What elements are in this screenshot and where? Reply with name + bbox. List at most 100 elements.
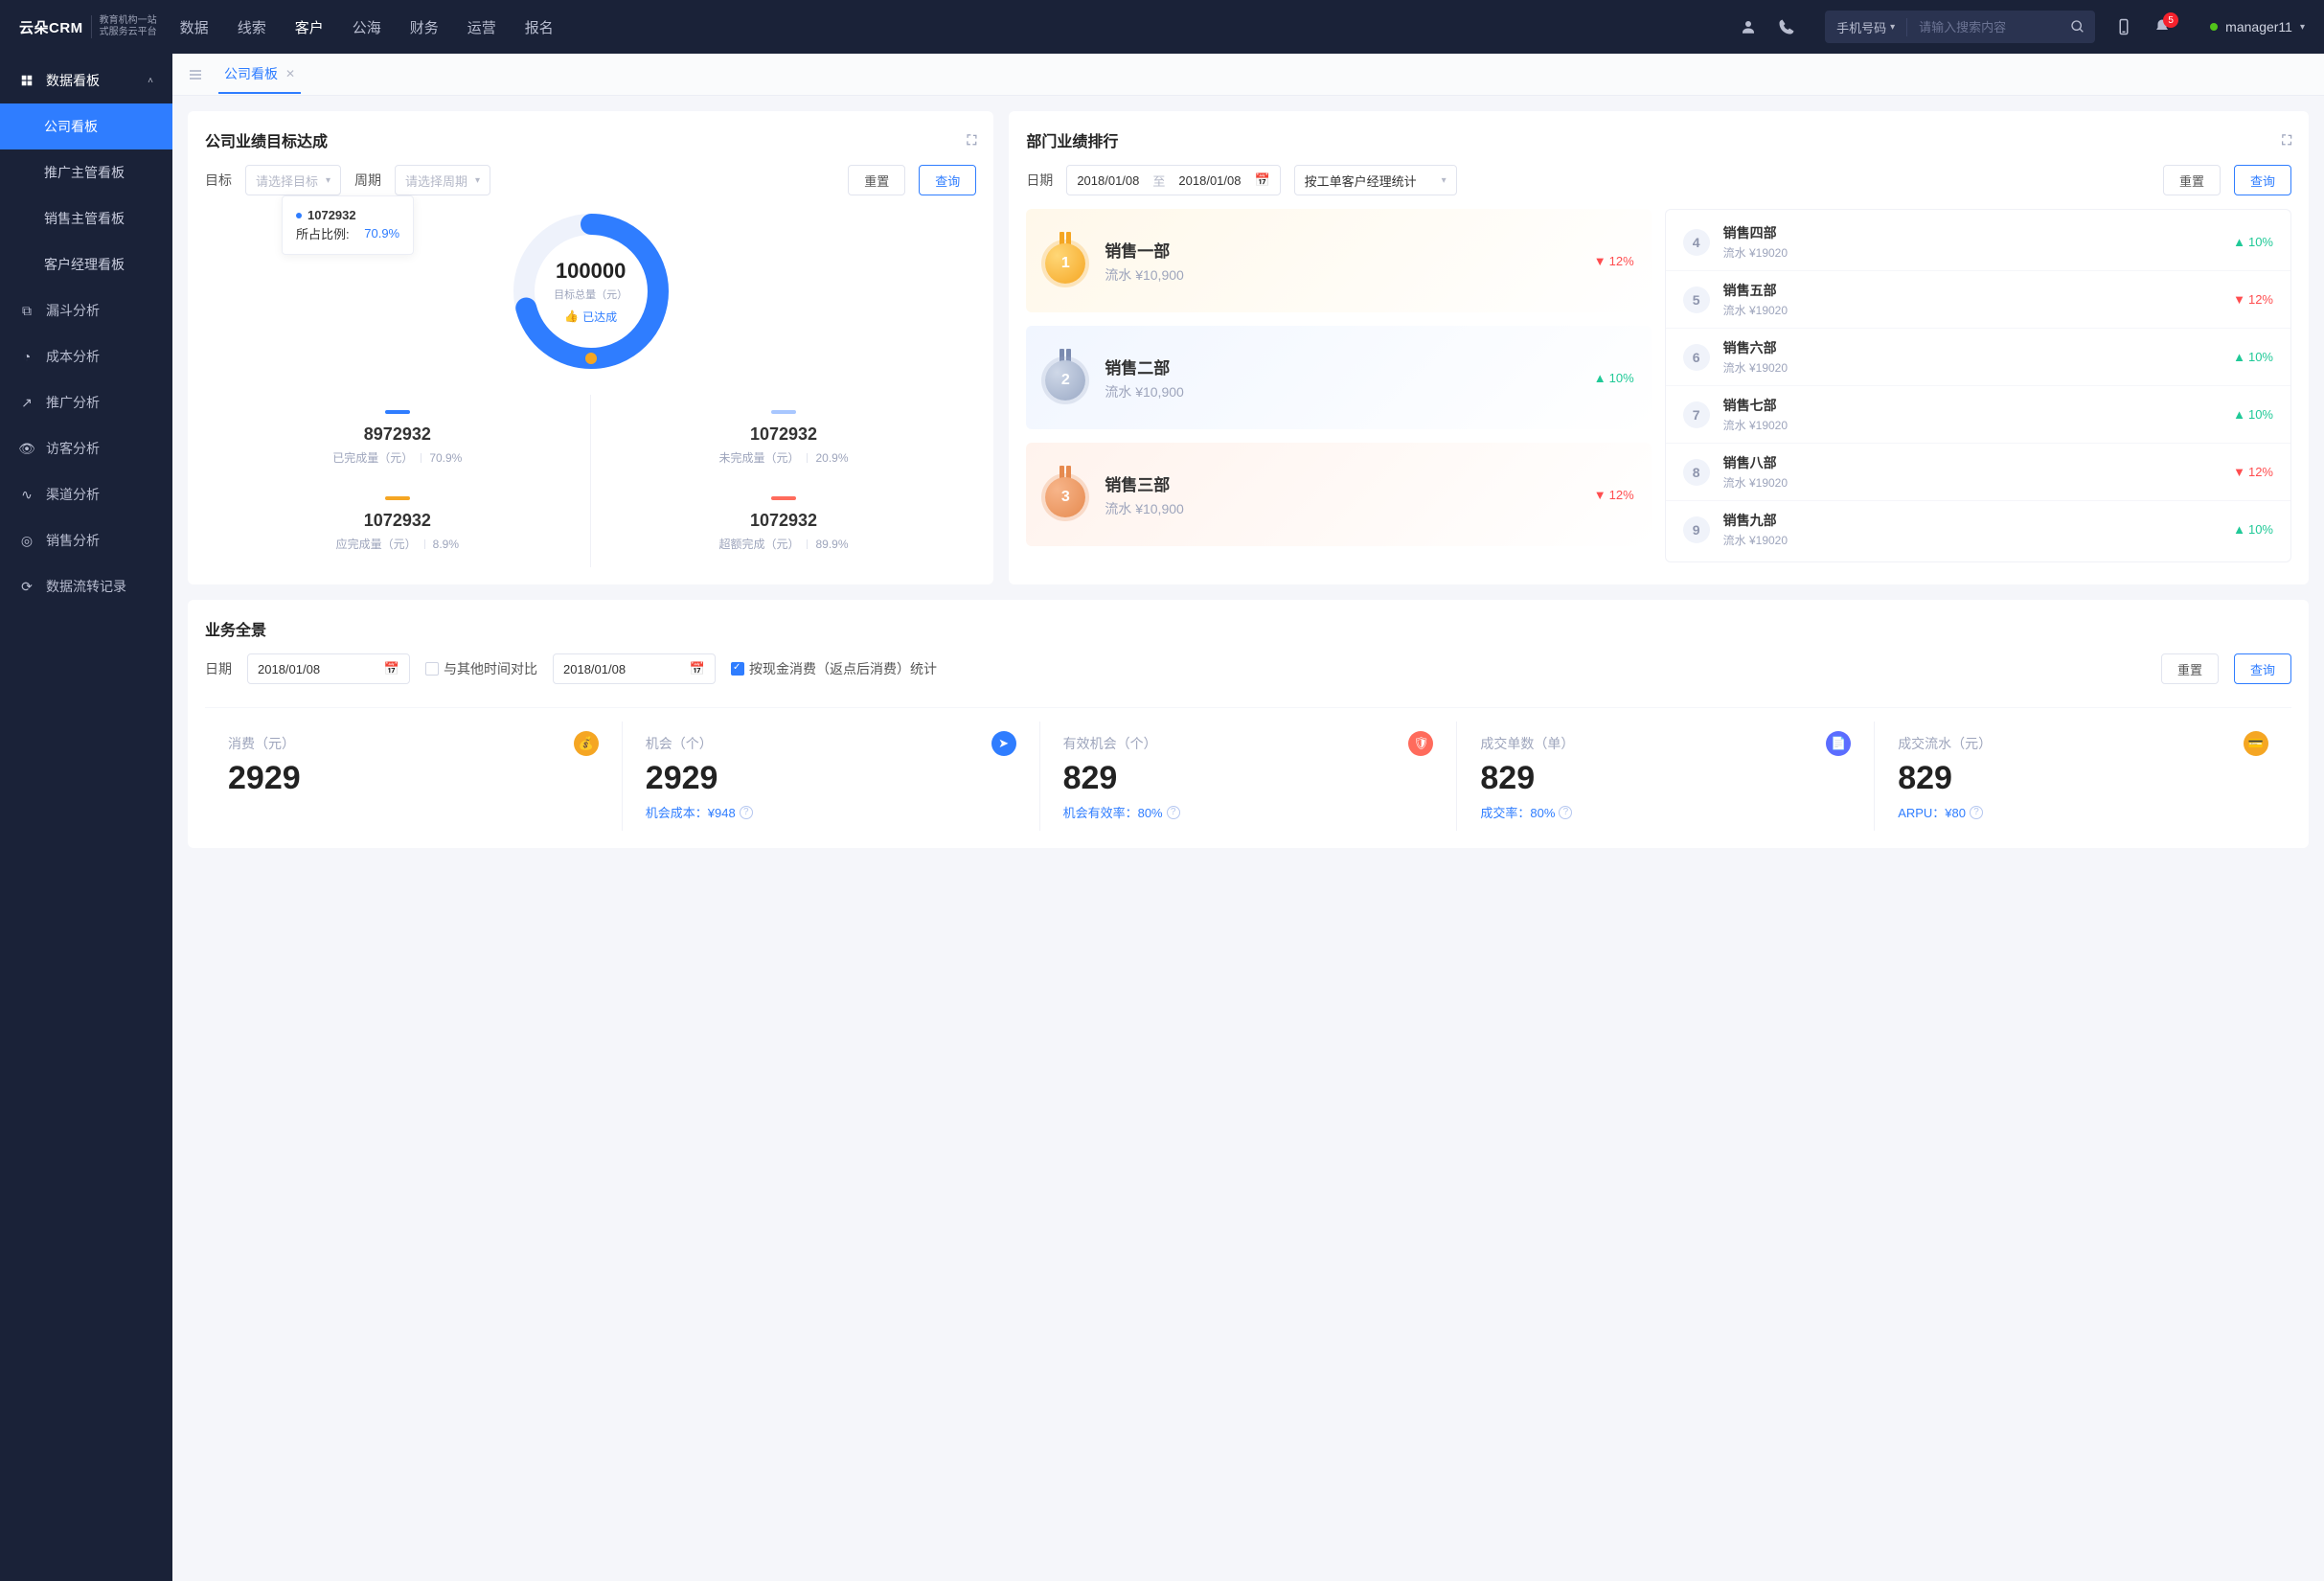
query-button[interactable]: 查询 [2234,653,2291,684]
tab-company-board[interactable]: 公司看板 ✕ [218,55,301,94]
rank-delta: ▲ 10% [2233,235,2273,249]
sidebar-sub-item[interactable]: 推广主管看板 [0,149,172,195]
rank-name: 销售三部 [1105,471,1184,495]
rank-flow: 流水 ¥10,900 [1105,265,1184,285]
topnav-item[interactable]: 运营 [467,13,496,41]
help-icon[interactable]: ? [740,806,753,819]
stat-desc: 已完成量（元）70.9% [332,449,462,466]
arrow-icon: ▲ [1594,371,1606,385]
rank-delta: ▲10% [1594,371,1634,385]
kpi-value: 829 [1063,760,1434,797]
rank-flow: 流水 ¥10,900 [1105,499,1184,518]
kpi-icon: 💰 [574,731,599,756]
topnav-item[interactable]: 线索 [238,13,266,41]
query-button[interactable]: 查询 [919,165,976,195]
rank-flow: 流水 ¥19020 [1723,359,2220,376]
overview-date1[interactable]: 2018/01/08 📅 [247,653,410,684]
calendar-icon: 📅 [384,661,399,676]
chevron-up-icon: ˄ [148,76,153,86]
search-input[interactable] [1907,20,2061,34]
topnav-item[interactable]: 数据 [180,13,209,41]
topnav-item[interactable]: 报名 [525,13,554,41]
kpi-value: 829 [1480,760,1851,797]
rank-name: 销售九部 [1723,511,2220,530]
sidebar-item[interactable]: 👁访客分析 [0,425,172,471]
stat-cell: 1072932未完成量（元）20.9% [591,395,977,481]
rank-delta: ▲ 10% [2233,522,2273,537]
topnav-item[interactable]: 财务 [410,13,439,41]
sidebar-sub-item[interactable]: 销售主管看板 [0,195,172,241]
reset-button[interactable]: 重置 [2161,653,2219,684]
cash-checkbox[interactable]: 按现金消费（返点后消费）统计 [731,659,937,678]
phone-icon[interactable] [1777,17,1796,36]
rank-name: 销售六部 [1723,338,2220,357]
user-menu[interactable]: manager11 ▾ [2210,19,2305,34]
rank-top-card: 3销售三部流水 ¥10,900▼12% [1026,443,1651,546]
notification-badge: 5 [2163,12,2178,28]
bell-icon[interactable]: 5 [2153,17,2172,36]
nav-icon: 👁 [19,441,34,456]
expand-icon[interactable]: ⛶ [968,132,977,149]
tabs-bar: 公司看板 ✕ [172,54,2324,96]
label-date: 日期 [205,659,232,678]
person-icon[interactable] [1739,17,1758,36]
stat-bar [771,410,796,414]
sidebar-group-dashboard[interactable]: 数据看板 ˄ [0,57,172,103]
search-type-select[interactable]: 手机号码 ▾ [1825,18,1907,36]
sidebar-item[interactable]: ◔成本分析 [0,333,172,379]
kpi-name: 成交流水（元） [1898,734,1992,753]
overview-date2[interactable]: 2018/01/08 📅 [553,653,716,684]
help-icon[interactable]: ? [1167,806,1180,819]
reset-button[interactable]: 重置 [848,165,905,195]
close-icon[interactable]: ✕ [285,67,295,80]
rank-number: 9 [1683,516,1710,543]
select-stat-by[interactable]: 按工单客户经理统计▾ [1294,165,1457,195]
help-icon[interactable]: ? [1970,806,1983,819]
reset-button[interactable]: 重置 [2163,165,2221,195]
date-from-input[interactable]: 2018/01/08 至 2018/01/08 📅 [1066,165,1280,195]
arrow-icon: ▼ [1594,488,1606,502]
kpi-name: 消费（元） [228,734,295,753]
target-card: 公司业绩目标达成 ⛶ 目标 请选择目标▾ 周期 请选择周期▾ 重置 查询 [188,111,993,584]
query-button[interactable]: 查询 [2234,165,2291,195]
kpi-sub: 机会成本：¥948 ? [646,803,1016,821]
kpi-cell: 成交单数（单）📄829成交率：80% ? [1456,722,1874,831]
topnav-item[interactable]: 公海 [353,13,381,41]
rank-row: 5销售五部流水 ¥19020▼ 12% [1666,270,2290,328]
search-icon[interactable] [2061,19,2095,34]
sidebar-item[interactable]: ∿渠道分析 [0,471,172,517]
sidebar-item[interactable]: ⧉漏斗分析 [0,287,172,333]
arrow-icon: ▲ [2233,407,2245,422]
dashboard-icon [19,73,34,88]
compare-checkbox[interactable]: 与其他时间对比 [425,659,537,678]
sidebar-item[interactable]: ↗推广分析 [0,379,172,425]
thumbs-up-icon: 👍 [564,309,579,323]
dot-icon [296,213,302,218]
sidebar-item[interactable]: ◎销售分析 [0,517,172,563]
topnav-item[interactable]: 客户 [295,13,324,41]
checkbox-checked-icon [731,662,744,676]
stat-cell: 8972932已完成量（元）70.9% [205,395,591,481]
select-target[interactable]: 请选择目标▾ [245,165,341,195]
kpi-cell: 机会（个）➤2929机会成本：¥948 ? [622,722,1039,831]
kpi-cell: 有效机会（个）🛡829机会有效率：80% ? [1039,722,1457,831]
sidebar-item[interactable]: ⟳数据流转记录 [0,563,172,609]
rank-top-card: 1销售一部流水 ¥10,900▼12% [1026,209,1651,312]
nav-icon: ↗ [19,395,34,410]
menu-toggle-icon[interactable] [182,63,209,86]
sidebar-sub-item[interactable]: 公司看板 [0,103,172,149]
chart-tooltip: 1072932 所占比例: 70.9% [282,195,414,255]
help-icon[interactable]: ? [1559,806,1572,819]
stat-desc: 应完成量（元）8.9% [336,536,459,552]
sidebar-sub-item[interactable]: 客户经理看板 [0,241,172,287]
kpi-icon: 💳 [2244,731,2268,756]
select-period[interactable]: 请选择周期▾ [395,165,490,195]
main-area: 公司看板 ✕ 公司业绩目标达成 ⛶ 目标 请选择目标▾ [172,54,2324,1581]
mobile-icon[interactable] [2114,17,2133,36]
kpi-value: 2929 [228,760,599,797]
rank-name: 销售八部 [1723,453,2220,472]
rank-flow: 流水 ¥19020 [1723,532,2220,548]
rank-delta: ▼12% [1594,488,1634,502]
expand-icon[interactable]: ⛶ [2282,132,2291,149]
rank-delta: ▼ 12% [2233,292,2273,307]
